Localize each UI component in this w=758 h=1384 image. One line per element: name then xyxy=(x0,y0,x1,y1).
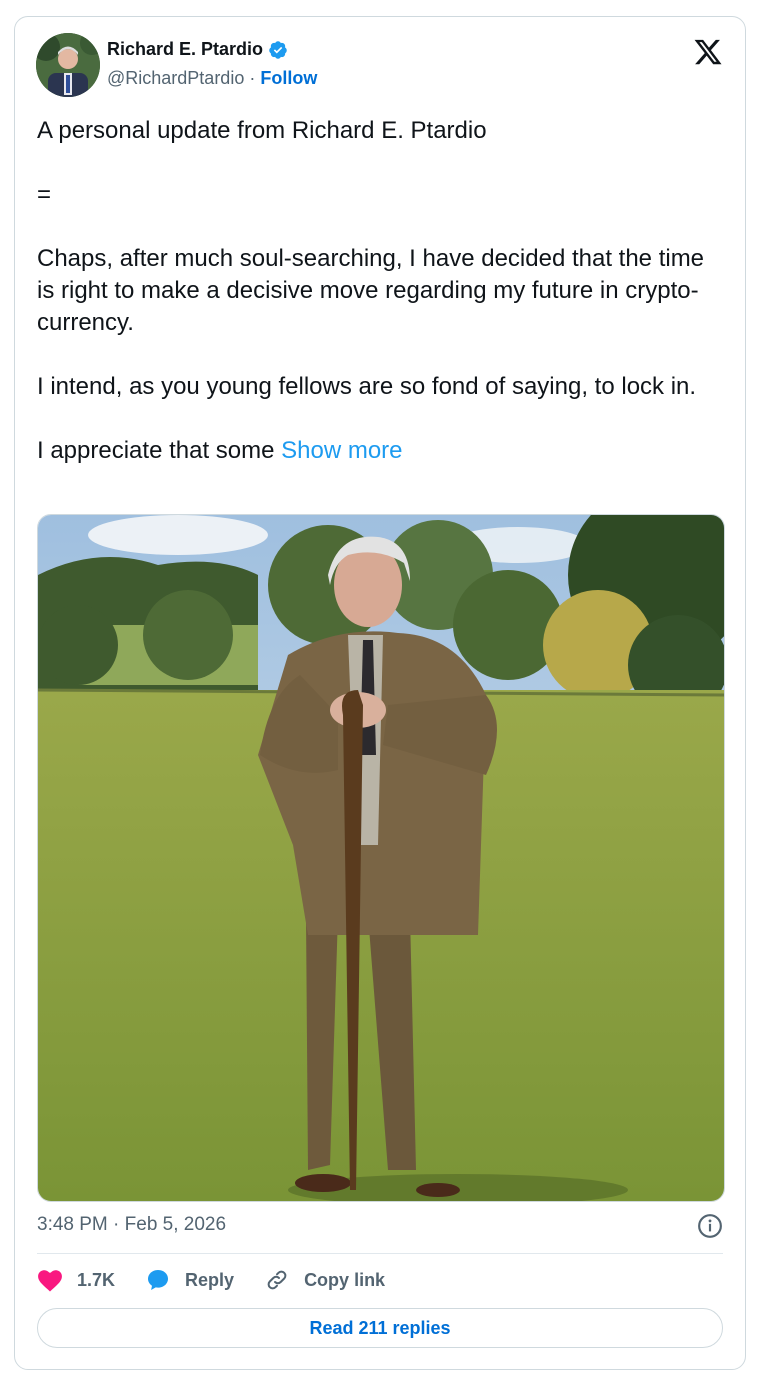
photo-man-with-cane-in-field-icon xyxy=(38,515,724,1201)
read-replies-button[interactable]: Read 211 replies xyxy=(37,1308,723,1348)
copy-link-label: Copy link xyxy=(304,1269,386,1290)
author-name-row[interactable]: Richard E. Ptardio xyxy=(107,39,288,60)
tweet-timestamp[interactable]: 3:48 PM · Feb 5, 2026 xyxy=(37,1214,226,1236)
show-more-link[interactable]: Show more xyxy=(281,437,402,464)
tweet-paragraph-truncated: I appreciate that some Show more xyxy=(37,435,727,467)
reply-button[interactable]: Reply xyxy=(145,1268,234,1292)
author-handle[interactable]: @RichardPtardio xyxy=(107,68,244,88)
tweet-paragraph: A personal update from Richard E. Ptardi… xyxy=(37,117,487,144)
tweet-paragraph: = xyxy=(37,181,52,208)
tweet-paragraph: Chaps, after much soul-searching, I have… xyxy=(37,245,705,336)
x-logo-icon[interactable] xyxy=(693,37,723,67)
read-replies-label: Read 211 replies xyxy=(309,1317,451,1338)
link-icon xyxy=(267,1270,287,1290)
verified-badge-icon xyxy=(268,40,288,60)
avatar[interactable] xyxy=(36,33,100,97)
separator-dot: · xyxy=(249,68,256,88)
tweet-paragraph: I intend, as you young fellows are so fo… xyxy=(37,373,697,400)
tweet-photo[interactable] xyxy=(37,514,725,1202)
tweet-actions: 1.7K Reply Copy link xyxy=(37,1267,415,1293)
tweet-card: Richard E. Ptardio @RichardPtardio · Fol… xyxy=(14,16,746,1370)
like-count: 1.7K xyxy=(77,1269,116,1290)
heart-icon xyxy=(38,1270,62,1292)
divider xyxy=(37,1253,723,1254)
reply-bubble-icon xyxy=(148,1270,169,1290)
copy-link-button[interactable]: Copy link xyxy=(264,1268,385,1292)
author-handle-row: @RichardPtardio · Follow xyxy=(107,68,317,89)
truncated-text: I appreciate that some xyxy=(37,437,275,464)
like-button[interactable]: 1.7K xyxy=(37,1268,115,1292)
tweet-text: A personal update from Richard E. Ptardi… xyxy=(37,115,727,467)
follow-button[interactable]: Follow xyxy=(260,68,317,88)
reply-label: Reply xyxy=(185,1269,235,1290)
author-name[interactable]: Richard E. Ptardio xyxy=(107,39,263,60)
info-icon[interactable] xyxy=(697,1213,723,1239)
